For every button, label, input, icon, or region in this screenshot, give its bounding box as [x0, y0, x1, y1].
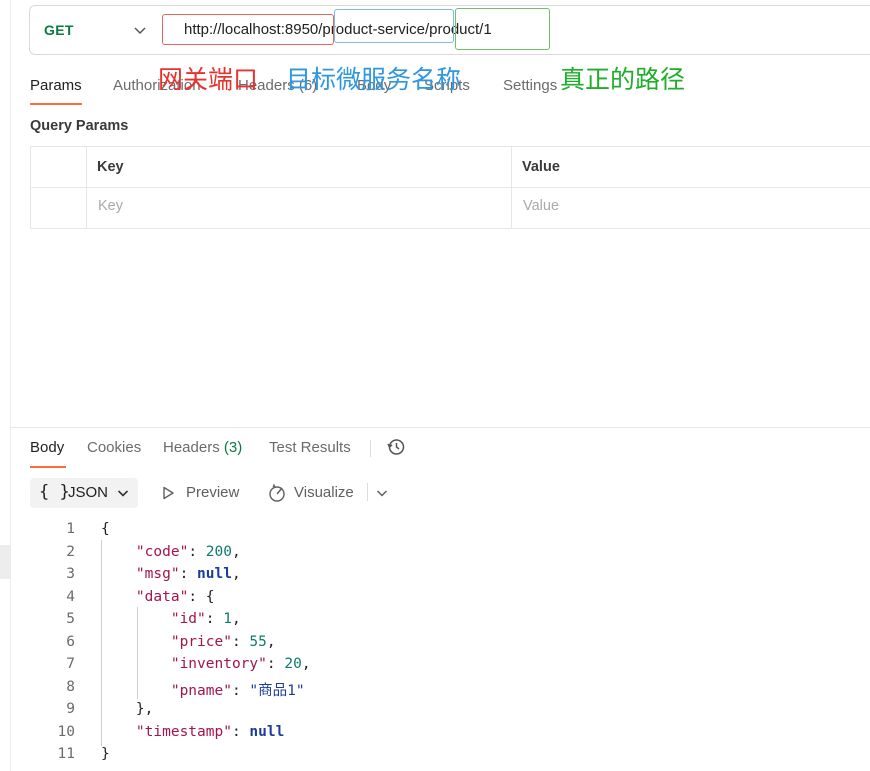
json-price-value: 55	[249, 634, 267, 650]
response-tab-headers[interactable]: Headers (3)	[163, 439, 242, 456]
annotation-real-path: 真正的路径	[560, 65, 686, 94]
response-active-tab-indicator	[30, 466, 66, 468]
annotation-gateway-port: 网关端口	[158, 65, 259, 94]
code-line: {	[101, 521, 110, 537]
code-line: "inventory": 20,	[170, 656, 311, 672]
json-id-value: 1	[223, 611, 232, 627]
table-col-divider	[86, 146, 87, 229]
visualize-icon[interactable]	[267, 483, 287, 503]
panel-divider[interactable]	[10, 427, 870, 428]
gateway-port-highlight	[162, 14, 334, 45]
line-number: 11	[57, 746, 75, 762]
line-number: 4	[66, 589, 75, 605]
preview-play-icon[interactable]	[160, 485, 176, 501]
history-icon[interactable]	[386, 437, 406, 457]
response-tab-body[interactable]: Body	[30, 439, 64, 456]
tab-settings[interactable]: Settings	[503, 77, 557, 94]
left-panel-edge	[0, 0, 11, 771]
code-line: "id": 1,	[170, 611, 241, 627]
code-line: "data": {	[135, 589, 215, 605]
active-tab-indicator	[30, 103, 82, 105]
code-line: "price": 55,	[170, 634, 276, 650]
line-number: 10	[57, 724, 75, 740]
param-key-input[interactable]: Key	[98, 198, 123, 214]
json-timestamp-value: null	[249, 724, 285, 740]
real-path-highlight	[455, 8, 550, 50]
response-tab-cookies[interactable]: Cookies	[87, 439, 141, 456]
line-number: 3	[66, 566, 75, 582]
service-name-highlight	[334, 9, 454, 43]
code-line: "msg": null,	[135, 566, 241, 582]
left-panel-marker	[0, 545, 10, 579]
separator	[367, 483, 368, 501]
tab-params[interactable]: Params	[30, 77, 82, 94]
line-number: 9	[66, 701, 75, 717]
annotation-target-service: 目标微服务名称	[286, 65, 462, 94]
table-col-divider	[511, 146, 512, 229]
json-pname-value: 商品1	[258, 683, 296, 699]
json-msg-value: null	[197, 566, 232, 582]
code-line: },	[101, 701, 154, 717]
headers-label: Headers	[163, 439, 220, 456]
line-number: 6	[66, 634, 75, 650]
format-label: JSON	[68, 484, 109, 501]
chevron-down-icon	[117, 490, 129, 497]
column-header-value: Value	[522, 159, 560, 175]
headers-count: (3)	[223, 439, 243, 456]
code-line: "code": 200,	[135, 544, 241, 560]
chevron-down-icon[interactable]	[375, 486, 389, 500]
code-line: }	[101, 746, 110, 762]
json-inventory-value: 20	[284, 656, 302, 672]
line-number: 7	[66, 656, 75, 672]
line-number: 1	[66, 521, 75, 537]
json-code-value: 200	[205, 544, 232, 560]
line-number: 5	[66, 611, 75, 627]
preview-button[interactable]: Preview	[186, 484, 239, 501]
code-line: "timestamp": null	[135, 724, 285, 740]
chevron-down-icon[interactable]	[132, 22, 148, 38]
query-params-title: Query Params	[30, 118, 129, 134]
line-number: 8	[66, 679, 75, 695]
visualize-button[interactable]: Visualize	[294, 484, 354, 501]
line-number: 2	[66, 544, 75, 560]
response-tab-test-results[interactable]: Test Results	[269, 439, 351, 456]
method-select[interactable]: GET	[44, 22, 74, 38]
param-value-input[interactable]: Value	[523, 198, 559, 214]
table-row-divider	[30, 187, 870, 188]
braces-icon: { }	[39, 482, 70, 502]
code-line: "pname": "商品1"	[170, 683, 305, 699]
column-header-key: Key	[97, 159, 124, 175]
separator	[370, 440, 371, 457]
